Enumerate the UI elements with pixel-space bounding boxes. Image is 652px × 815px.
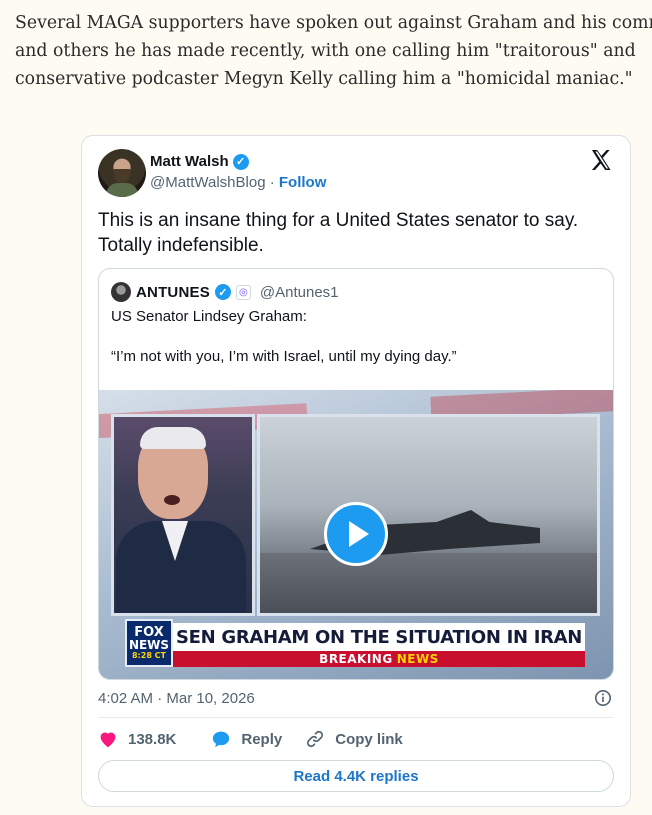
speaker-mouth [164, 495, 180, 505]
info-icon[interactable] [594, 689, 612, 707]
verified-badge-icon: ✓ [214, 284, 231, 300]
follow-button[interactable]: Follow [279, 174, 327, 191]
embedded-tweet[interactable]: Matt Walsh ✓ @MattWalshBlog · Follow Thi… [81, 135, 631, 807]
logo-time: 8:28 CT [131, 651, 166, 660]
video-frame-jet [257, 414, 600, 616]
breaking-label: BREAKING [319, 652, 393, 666]
separator: · [269, 174, 275, 191]
read-replies-button[interactable]: Read 4.4K replies [98, 760, 614, 792]
tweet-text: This is an insane thing for a United Sta… [98, 210, 579, 256]
copy-link-button[interactable]: Copy link [305, 727, 403, 751]
avatar-beard [114, 169, 130, 183]
chyron-headline: SEN GRAHAM ON THE SITUATION IN IRAN [173, 623, 585, 651]
like-count: 138.8K [128, 730, 177, 748]
verified-badge-icon: ✓ [232, 153, 249, 170]
affiliate-badge-icon: ◎ [235, 284, 251, 300]
avatar[interactable] [98, 149, 146, 197]
video-player[interactable]: FOX NEWS 8:28 CT SEN GRAHAM ON THE SITUA… [99, 390, 613, 679]
video-frame-speaker [111, 414, 255, 616]
quoted-tweet-header: ANTUNES ✓ ◎ @Antunes1 [111, 282, 339, 302]
play-icon[interactable] [324, 502, 388, 566]
quoted-author-name[interactable]: ANTUNES [136, 284, 210, 301]
article-line: and others he has made recently, with on… [15, 41, 636, 61]
heart-icon [100, 732, 116, 748]
quoted-tweet[interactable]: ANTUNES ✓ ◎ @Antunes1 US Senator Lindsey… [98, 268, 614, 680]
breaking-news-bar: BREAKING NEWS [173, 651, 585, 667]
reply-label: Reply [241, 730, 283, 748]
speaker-hair [140, 427, 206, 449]
divider [98, 717, 614, 718]
like-button[interactable]: 138.8K [98, 727, 176, 751]
news-label: NEWS [396, 652, 439, 666]
article-line: conservative podcaster Megyn Kelly calli… [15, 69, 633, 89]
link-icon [307, 730, 324, 748]
tweet-actions: 138.8K Reply Copy link [98, 727, 403, 751]
article-paragraph: Several MAGA supporters have spoken out … [15, 9, 652, 93]
quoted-text-line: “I’m not with you, I’m with Israel, unti… [111, 348, 457, 365]
quoted-avatar[interactable] [111, 282, 131, 302]
tweet-timestamp[interactable]: 4:02 AM · Mar 10, 2026 [98, 690, 255, 707]
handle-row: @MattWalshBlog · Follow [150, 174, 326, 191]
author-name[interactable]: Matt Walsh [150, 153, 229, 170]
copy-link-label: Copy link [335, 730, 403, 748]
author-name-row[interactable]: Matt Walsh ✓ [150, 153, 249, 170]
quoted-author-handle[interactable]: @Antunes1 [260, 284, 339, 301]
speech-bubble-icon [213, 731, 230, 748]
quoted-text-line: US Senator Lindsey Graham: [111, 308, 307, 325]
avatar-shirt [106, 183, 138, 197]
author-handle[interactable]: @MattWalshBlog [150, 174, 266, 191]
article-line: Several MAGA supporters have spoken out … [15, 13, 652, 33]
fox-news-logo: FOX NEWS 8:28 CT [125, 619, 173, 667]
carrier-deck [260, 553, 597, 613]
reply-button[interactable]: Reply [211, 727, 282, 751]
x-logo-icon[interactable] [589, 148, 613, 172]
